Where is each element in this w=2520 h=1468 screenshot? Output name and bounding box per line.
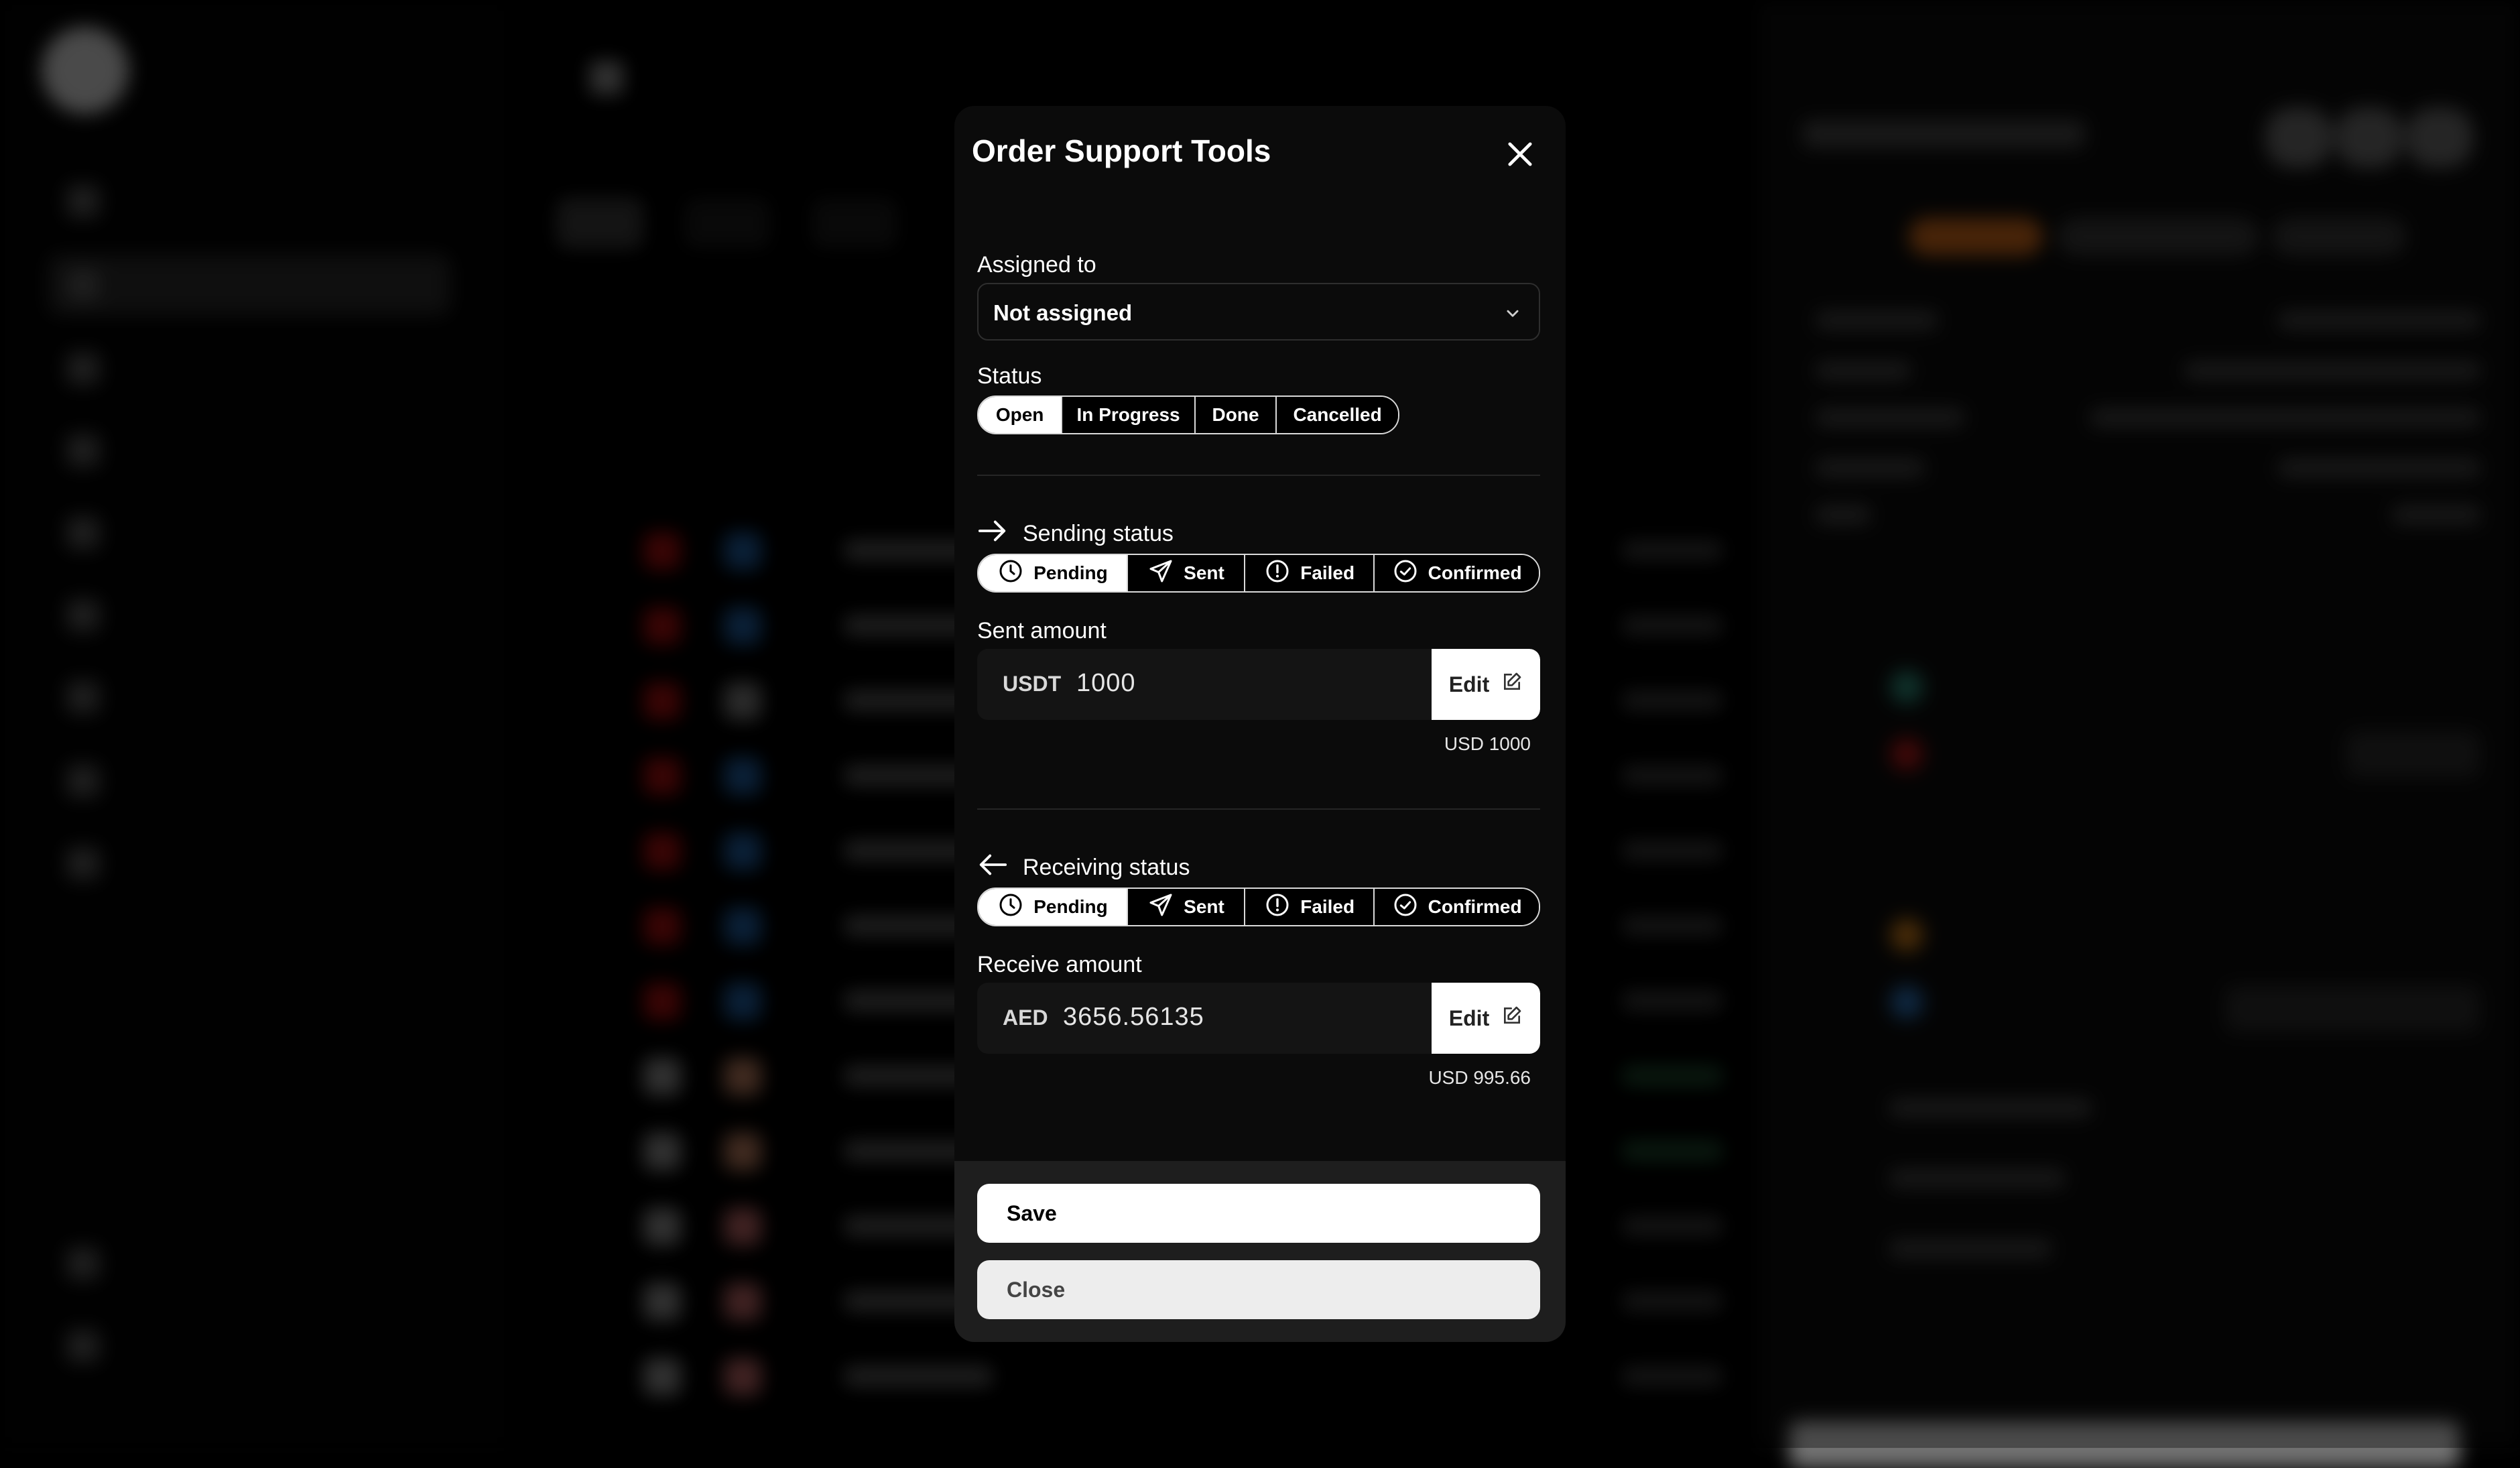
status-open[interactable]: Open [979, 397, 1062, 433]
sending-status-segmented: Pending Sent Failed Confirmed [977, 554, 1540, 593]
receiving-pending-label: Pending [1033, 896, 1108, 917]
send-icon [1147, 892, 1174, 923]
receiving-status-label: Receiving status [977, 851, 1190, 884]
sent-usd-equivalent: USD 1000 [1444, 733, 1531, 754]
alert-circle-icon [1264, 892, 1291, 923]
sending-status-text: Sending status [1023, 521, 1174, 546]
divider [977, 808, 1540, 810]
receiving-sent-label: Sent [1184, 896, 1224, 917]
arrow-right-icon [977, 517, 1008, 550]
assigned-select[interactable]: Not assigned [977, 283, 1540, 341]
sending-confirmed[interactable]: Confirmed [1373, 555, 1539, 591]
alert-circle-icon [1264, 558, 1291, 589]
sending-status-label: Sending status [977, 517, 1174, 550]
sent-amount-field: USDT 1000 Edit [977, 649, 1540, 720]
sent-amount-label: Sent amount [977, 618, 1107, 644]
receiving-failed[interactable]: Failed [1244, 889, 1374, 925]
clock-icon [997, 558, 1024, 589]
edit-sent-amount-button[interactable]: Edit [1432, 649, 1540, 720]
receiving-status-text: Receiving status [1023, 855, 1190, 880]
receive-usd-equivalent: USD 995.66 [1428, 1067, 1531, 1088]
sending-failed-label: Failed [1300, 562, 1355, 583]
clock-icon [997, 892, 1024, 923]
close-button[interactable]: Close [977, 1260, 1540, 1319]
receive-amount-label: Receive amount [977, 952, 1142, 977]
check-circle-icon [1392, 892, 1419, 923]
sent-amount-value[interactable]: 1000 [1076, 669, 1136, 698]
edit-receive-amount-button[interactable]: Edit [1432, 983, 1540, 1054]
sent-currency: USDT [1003, 672, 1062, 696]
receive-amount-value[interactable]: 3656.56135 [1063, 1003, 1204, 1032]
receiving-failed-label: Failed [1300, 896, 1355, 917]
divider [977, 475, 1540, 476]
receive-amount-field: AED 3656.56135 Edit [977, 983, 1540, 1054]
status-done[interactable]: Done [1194, 397, 1276, 433]
send-icon [1147, 558, 1174, 589]
sending-sent-label: Sent [1184, 562, 1224, 583]
receiving-confirmed-label: Confirmed [1428, 896, 1522, 917]
edit-label: Edit [1448, 1005, 1490, 1030]
arrow-left-icon [977, 851, 1008, 884]
status-cancelled[interactable]: Cancelled [1275, 397, 1398, 433]
status-label: Status [977, 363, 1042, 389]
receiving-pending[interactable]: Pending [979, 889, 1127, 925]
sending-confirmed-label: Confirmed [1428, 562, 1522, 583]
modal-title: Order Support Tools [972, 133, 1271, 168]
edit-icon [1501, 1005, 1523, 1032]
chevron-down-icon [1501, 302, 1524, 324]
order-support-modal: Order Support Tools Assigned to Not assi… [954, 106, 1566, 1342]
sending-failed[interactable]: Failed [1244, 555, 1374, 591]
close-icon[interactable] [1503, 137, 1537, 172]
receiving-sent[interactable]: Sent [1126, 889, 1245, 925]
check-circle-icon [1392, 558, 1419, 589]
receiving-confirmed[interactable]: Confirmed [1373, 889, 1539, 925]
sending-sent[interactable]: Sent [1126, 555, 1245, 591]
assigned-label: Assigned to [977, 252, 1096, 278]
receive-currency: AED [1003, 1005, 1048, 1030]
status-in-progress[interactable]: In Progress [1061, 397, 1194, 433]
sending-pending-label: Pending [1033, 562, 1108, 583]
receiving-status-segmented: Pending Sent Failed Confirmed [977, 888, 1540, 926]
sending-pending[interactable]: Pending [979, 555, 1127, 591]
save-button[interactable]: Save [977, 1184, 1540, 1243]
edit-label: Edit [1448, 672, 1490, 696]
status-segmented: Open In Progress Done Cancelled [977, 395, 1399, 434]
assigned-value: Not assigned [993, 300, 1133, 325]
edit-icon [1501, 671, 1523, 698]
